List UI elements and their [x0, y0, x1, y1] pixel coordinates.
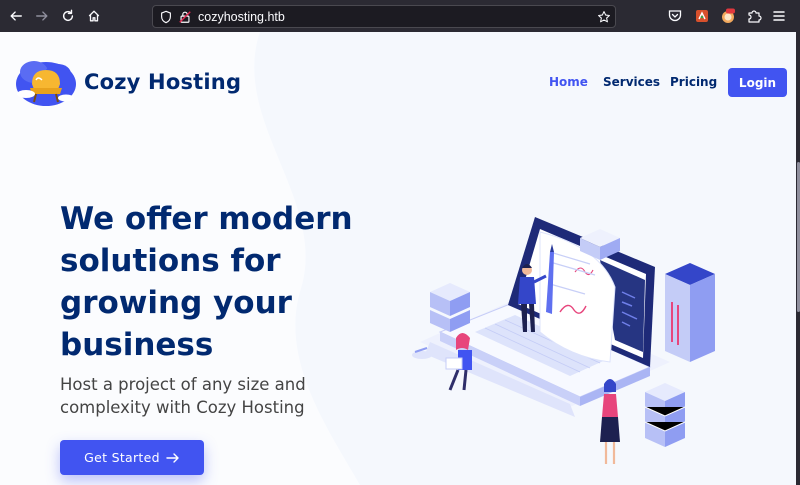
nav-pricing[interactable]: Pricing	[670, 75, 717, 89]
nav-services[interactable]: Services	[603, 75, 660, 89]
reload-icon	[62, 9, 74, 22]
back-button[interactable]	[7, 7, 25, 25]
browser-toolbar: cozyhosting.htb	[0, 0, 800, 32]
home-icon	[88, 10, 100, 22]
server-stack-bottom	[644, 383, 686, 447]
brand-name[interactable]: Cozy Hosting	[84, 70, 241, 94]
url-bar[interactable]: cozyhosting.htb	[152, 5, 616, 28]
insecure-lock-icon[interactable]	[178, 10, 192, 24]
url-text[interactable]: cozyhosting.htb	[198, 10, 285, 24]
get-started-button[interactable]: Get Started	[60, 440, 204, 475]
forward-button[interactable]	[33, 7, 51, 25]
hero-subtitle: Host a project of any size and complexit…	[60, 375, 306, 417]
extensions-puzzle-icon[interactable]	[746, 8, 762, 24]
hero-illustration	[412, 217, 715, 464]
get-started-label: Get Started	[84, 450, 160, 465]
home-button[interactable]	[85, 7, 103, 25]
arrow-right-icon	[36, 11, 48, 21]
arrow-left-icon	[10, 11, 22, 21]
page-viewport: Cozy Hosting Home Services Pricing Login…	[0, 32, 796, 485]
nav-home[interactable]: Home	[549, 75, 588, 89]
page-scrollbar[interactable]	[796, 32, 800, 485]
server-stack-left	[430, 283, 470, 332]
star-icon[interactable]	[597, 10, 611, 24]
arrow-right-icon	[166, 452, 179, 463]
hero-title: We offer modern solutions for growing yo…	[60, 201, 353, 363]
login-button[interactable]: Login	[728, 68, 787, 97]
server-tower-right	[665, 263, 715, 362]
reload-button[interactable]	[59, 7, 77, 25]
profile-extension-icon[interactable]	[720, 8, 736, 24]
extension-icon[interactable]	[694, 8, 710, 24]
shield-icon[interactable]	[159, 10, 173, 24]
logo-image[interactable]	[14, 54, 78, 110]
pocket-icon[interactable]	[667, 8, 683, 24]
menu-icon[interactable]	[771, 8, 787, 24]
